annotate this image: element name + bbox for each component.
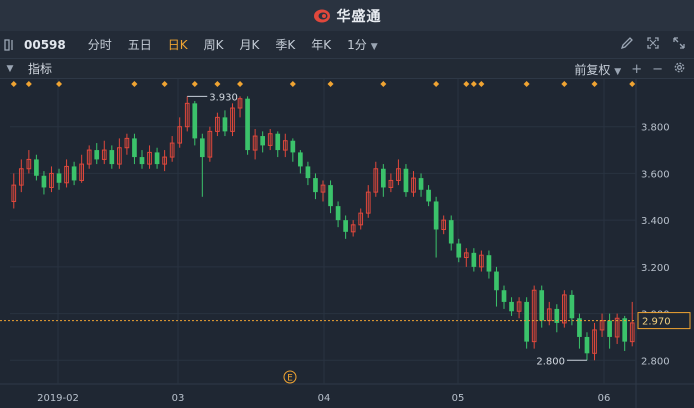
tab-label: 季K xyxy=(275,37,296,52)
y-tick-label: 3.200 xyxy=(641,263,670,274)
expand-icon[interactable] xyxy=(646,36,660,54)
brand-name: 华盛通 xyxy=(336,8,382,25)
candle-body xyxy=(380,168,386,188)
candle-body xyxy=(109,150,115,165)
candle-body xyxy=(260,136,266,146)
brand-icon xyxy=(313,9,330,22)
brand-logo: 华盛通 xyxy=(313,6,382,26)
chart-toolbar: 00598 分时 五日 日K 周K 月K 季K 年K 1分 ▼ xyxy=(0,31,694,59)
candle-body xyxy=(622,318,628,342)
candle-body xyxy=(403,168,409,193)
tab-5[interactable]: 季K xyxy=(267,31,303,59)
candle-body xyxy=(335,206,341,221)
candle-body xyxy=(328,185,333,207)
candle-body xyxy=(418,178,424,190)
candle-body xyxy=(305,166,311,179)
tab-2[interactable]: 日K xyxy=(160,31,196,59)
candle-body xyxy=(426,189,431,202)
fullscreen-icon[interactable] xyxy=(672,36,686,54)
candle-body xyxy=(199,138,205,158)
period-tabs: 分时 五日 日K 周K 月K 季K 年K 1分 ▼ xyxy=(80,31,386,59)
indicator-bar: ▼ 指标 前复权 ▼ + − xyxy=(0,59,694,79)
candle-body xyxy=(275,133,281,151)
candle-body xyxy=(539,290,545,321)
adjust-select[interactable]: 前复权 ▼ xyxy=(574,61,621,78)
y-tick-label: 2.800 xyxy=(641,356,670,367)
candle-body xyxy=(41,175,47,188)
candle-body xyxy=(456,243,462,258)
candle-body xyxy=(607,320,612,337)
sidebar-toggle-icon[interactable] xyxy=(0,31,22,58)
tab-label: 五日 xyxy=(127,37,152,52)
stock-code[interactable]: 00598 xyxy=(24,38,66,52)
tab-3[interactable]: 周K xyxy=(196,31,232,59)
tab-6[interactable]: 年K xyxy=(303,31,339,59)
candle-body xyxy=(501,290,507,302)
tab-0[interactable]: 分时 xyxy=(80,31,120,59)
tab-label: 周K xyxy=(203,37,224,52)
candle-body xyxy=(569,294,575,319)
tab-4[interactable]: 月K xyxy=(232,31,268,59)
candle-body xyxy=(524,301,529,342)
candle-body xyxy=(471,252,477,267)
max-price-label: 3.930 xyxy=(209,92,238,103)
tab-label: 日K xyxy=(167,37,188,52)
min-price-label: 2.800 xyxy=(536,356,565,367)
candlestick-chart[interactable]: 3.8003.6003.4003.2003.0002.8002019-02030… xyxy=(0,79,694,408)
pen-icon[interactable] xyxy=(620,36,634,54)
collapse-arrow-icon[interactable]: ▼ xyxy=(0,64,20,74)
candle-body xyxy=(154,152,160,165)
current-price-label: 2.970 xyxy=(642,317,671,328)
remove-indicator-button[interactable]: − xyxy=(652,62,663,77)
tab-1[interactable]: 五日 xyxy=(120,31,160,59)
candle-body xyxy=(132,138,137,158)
title-bar: 华盛通 xyxy=(0,0,694,31)
chevron-down-icon: ▼ xyxy=(614,66,622,77)
tab-label: 分时 xyxy=(87,37,112,52)
tab-label: 1分 xyxy=(347,37,367,52)
candle-body xyxy=(509,301,514,312)
y-tick-label: 3.400 xyxy=(641,216,670,227)
tab-label: 月K xyxy=(239,37,260,52)
candle-body xyxy=(313,178,318,193)
candle-body xyxy=(139,157,145,165)
adjust-label: 前复权 xyxy=(574,62,611,77)
add-indicator-button[interactable]: + xyxy=(631,62,642,77)
indicator-label[interactable]: 指标 xyxy=(28,60,52,77)
chevron-down-icon: ▼ xyxy=(370,41,378,52)
candle-body xyxy=(448,220,454,244)
candle-body xyxy=(245,98,250,151)
candle-body xyxy=(298,152,303,167)
x-tick-label: 06 xyxy=(598,393,611,404)
tab-7[interactable]: 1分 ▼ xyxy=(339,31,386,59)
candle-body xyxy=(222,117,228,132)
candle-body xyxy=(343,220,348,232)
settings-gear-icon[interactable] xyxy=(673,61,686,77)
candle-body xyxy=(584,336,590,354)
candle-body xyxy=(433,201,439,230)
x-tick-label: 2019-02 xyxy=(37,393,79,404)
x-tick-label: 05 xyxy=(452,393,465,404)
x-tick-label: 04 xyxy=(318,393,331,404)
candle-body xyxy=(494,271,499,291)
candle-body xyxy=(290,140,296,153)
tab-label: 年K xyxy=(311,37,332,52)
candle-body xyxy=(71,166,77,181)
y-tick-label: 3.800 xyxy=(641,123,670,134)
event-e-label: E xyxy=(287,374,293,384)
candle-body xyxy=(94,150,100,160)
x-tick-label: 03 xyxy=(172,393,185,404)
candle-body xyxy=(192,103,198,139)
candle-body xyxy=(486,255,492,272)
chart-background xyxy=(0,79,694,408)
candle-body xyxy=(34,159,39,176)
y-tick-label: 3.600 xyxy=(641,169,670,180)
candle-body xyxy=(56,173,62,183)
